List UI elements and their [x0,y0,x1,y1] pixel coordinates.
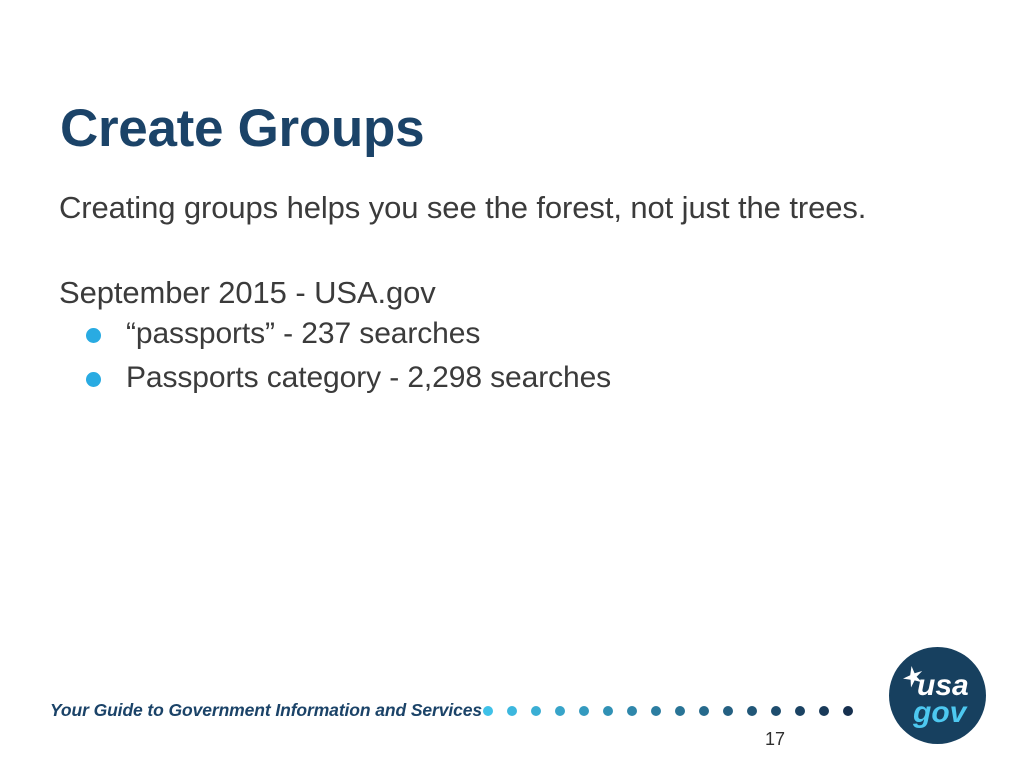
footer-dot-rule [483,703,868,719]
rule-dot [627,706,637,716]
page-number: 17 [764,729,786,749]
rule-dot [747,706,757,716]
list-item: “passports” - 237 searches [86,312,979,356]
list-item-label: Passports category - 2,298 searches [126,361,612,395]
usa-gov-logo: usa gov [889,647,986,744]
rule-dot [579,706,589,716]
logo-word-gov: gov [912,696,969,729]
rule-dot [603,706,613,716]
slide-body: Creating groups helps you see the forest… [59,188,979,401]
rule-dot [651,706,661,716]
list-item: Passports category - 2,298 searches [86,356,979,400]
rule-dot [675,706,685,716]
bullet-dot-icon [86,372,101,388]
bullet-dot-icon [86,328,101,344]
rule-dot [819,706,829,716]
rule-dot [507,706,517,716]
slide-canvas: Create Groups Creating groups helps you … [0,0,1024,768]
bullet-list: “passports” - 237 searches Passports cat… [59,312,979,400]
rule-dot [843,706,853,716]
list-item-label: “passports” - 237 searches [126,317,481,351]
rule-dot [699,706,709,716]
rule-dot [531,706,541,716]
footer-tagline: Your Guide to Government Information and… [50,700,483,720]
rule-dot [795,706,805,716]
rule-dot [771,706,781,716]
sub-heading: September 2015 - USA.gov [59,274,436,310]
rule-dot [723,706,733,716]
rule-dot [483,706,493,716]
lead-paragraph: Creating groups helps you see the forest… [59,190,867,225]
page-title: Create Groups [60,98,425,158]
rule-dot [555,706,565,716]
